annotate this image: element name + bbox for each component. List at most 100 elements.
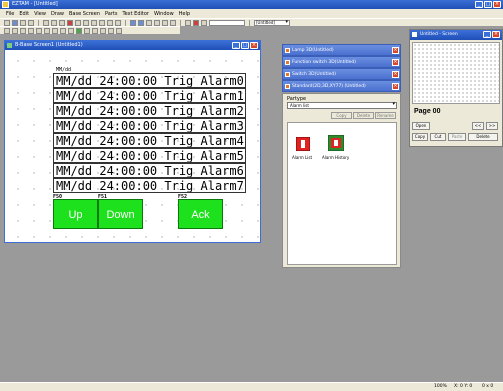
coords-status: X: 0 Y: 0 xyxy=(454,384,473,389)
select-tool-icon[interactable] xyxy=(4,27,10,34)
window-close-button[interactable]: × xyxy=(250,42,258,49)
panel-close-button[interactable]: × xyxy=(492,31,500,38)
menu-base-screen[interactable]: Base Screen xyxy=(69,11,100,17)
copy-icon[interactable] xyxy=(51,19,57,26)
paste-button[interactable]: Paste xyxy=(448,133,466,141)
polygon-tool-icon[interactable] xyxy=(60,27,66,34)
screen-list-title-bar[interactable]: Untitled - Screen _ × xyxy=(410,30,502,40)
menu-text-editor[interactable]: Text Editor xyxy=(122,11,149,17)
alarm-row[interactable]: MM/dd 24:00:00 Trig Alarm7 xyxy=(53,178,246,193)
snap-icon[interactable] xyxy=(170,19,176,26)
toolbar-divider xyxy=(180,19,181,26)
pipe-tool-icon[interactable] xyxy=(100,27,106,34)
color-tool-icon[interactable] xyxy=(116,27,122,34)
close-icon[interactable]: × xyxy=(392,47,399,54)
next-page-button[interactable]: >> xyxy=(486,122,498,130)
prev-page-button[interactable]: << xyxy=(472,122,484,130)
maximize-button[interactable]: □ xyxy=(484,1,492,8)
bring-front-icon[interactable] xyxy=(146,19,152,26)
menu-window[interactable]: Window xyxy=(154,11,174,17)
alarm-list-part[interactable] xyxy=(295,136,311,152)
parts-copy-button[interactable]: Copy xyxy=(331,112,352,119)
menu-view[interactable]: View xyxy=(34,11,46,17)
copy-button[interactable]: Copy xyxy=(412,133,428,141)
save-icon[interactable] xyxy=(20,19,26,26)
fill-tool-icon[interactable] xyxy=(68,27,74,34)
up-button[interactable]: Up xyxy=(53,199,98,229)
zoom-fit-icon[interactable] xyxy=(201,19,207,26)
align-left-icon[interactable] xyxy=(83,19,89,26)
app-title: EZTAM - [Untitled] xyxy=(12,1,58,7)
alarm-row[interactable]: MM/dd 24:00:00 Trig Alarm2 xyxy=(53,103,246,118)
grid-icon[interactable] xyxy=(162,19,168,26)
library-lamp-3d[interactable]: Lamp 3D(Untitled) × xyxy=(282,44,401,56)
alarm-history-part[interactable] xyxy=(327,134,345,152)
line-tool-icon[interactable] xyxy=(20,27,26,34)
minimize-button[interactable]: _ xyxy=(475,1,483,8)
delete-button[interactable]: Delete xyxy=(468,133,498,141)
menu-help[interactable]: Help xyxy=(179,11,190,17)
parts-list: Alarm List Alarm History xyxy=(287,122,397,265)
screen-canvas[interactable]: MM/dd MM/dd 24:00:00 Trig Alarm0 MM/dd 2… xyxy=(6,51,260,242)
library-standard[interactable]: Standard(2D,3D,XY77) (Untitled) × xyxy=(282,80,401,92)
zoom-out-icon[interactable] xyxy=(193,19,199,26)
circle-tool-icon[interactable] xyxy=(44,27,50,34)
align-center-icon[interactable] xyxy=(91,19,97,26)
cut-icon[interactable] xyxy=(43,19,49,26)
base-screen-title-bar[interactable]: B-Base Screen1 (Untitled1) _ □ × xyxy=(5,41,260,50)
image-tool-icon[interactable] xyxy=(76,27,82,34)
screen-select[interactable]: [Untitled] xyxy=(254,19,290,26)
send-back-icon[interactable] xyxy=(154,19,160,26)
table-tool-icon[interactable] xyxy=(108,27,114,34)
rectangle-tool-icon[interactable] xyxy=(36,27,42,34)
polyline-tool-icon[interactable] xyxy=(28,27,34,34)
paste-icon[interactable] xyxy=(59,19,65,26)
menu-draw[interactable]: Draw xyxy=(51,11,64,17)
close-icon[interactable]: × xyxy=(392,71,399,78)
group-icon[interactable] xyxy=(130,19,136,26)
alarm-row[interactable]: MM/dd 24:00:00 Trig Alarm6 xyxy=(53,163,246,178)
new-icon[interactable] xyxy=(4,19,10,26)
close-button[interactable]: × xyxy=(493,1,501,8)
alarm-list-icon xyxy=(295,136,311,152)
parts-rename-button[interactable]: Rename xyxy=(375,112,396,119)
menu-edit[interactable]: Edit xyxy=(19,11,29,17)
dot-tool-icon[interactable] xyxy=(84,27,90,34)
alarm-row[interactable]: MM/dd 24:00:00 Trig Alarm5 xyxy=(53,148,246,163)
zoom-in-icon[interactable] xyxy=(185,19,191,26)
scale-tool-icon[interactable] xyxy=(92,27,98,34)
alarm-row[interactable]: MM/dd 24:00:00 Trig Alarm0 xyxy=(53,73,246,88)
parts-delete-button[interactable]: Delete xyxy=(353,112,374,119)
cut-button[interactable]: Cut xyxy=(430,133,446,141)
menu-bar: File Edit View Draw Base Screen Parts Te… xyxy=(0,9,503,18)
align-right-icon[interactable] xyxy=(99,19,105,26)
library-function-switch-3d[interactable]: Function switch 3D(Untitled) × xyxy=(282,56,401,68)
panel-minimize-button[interactable]: _ xyxy=(483,31,491,38)
redo-icon[interactable] xyxy=(75,19,81,26)
arc-tool-icon[interactable] xyxy=(52,27,58,34)
alarm-row[interactable]: MM/dd 24:00:00 Trig Alarm3 xyxy=(53,118,246,133)
library-switch-3d[interactable]: Switch 3D(Untitled) × xyxy=(282,68,401,80)
alarm-row[interactable]: MM/dd 24:00:00 Trig Alarm4 xyxy=(53,133,246,148)
text-tool-icon[interactable] xyxy=(12,27,18,34)
window-minimize-button[interactable]: _ xyxy=(232,42,240,49)
parts-type-select[interactable]: Alarm list xyxy=(287,102,397,109)
undo-icon[interactable] xyxy=(67,19,73,26)
close-icon[interactable]: × xyxy=(392,59,399,66)
menu-file[interactable]: File xyxy=(6,11,14,17)
open-icon[interactable] xyxy=(12,19,18,26)
align-bottom-icon[interactable] xyxy=(115,19,121,26)
window-maximize-button[interactable]: □ xyxy=(241,42,249,49)
align-top-icon[interactable] xyxy=(107,19,113,26)
screen-grid[interactable] xyxy=(412,42,500,104)
down-button[interactable]: Down xyxy=(98,199,143,229)
close-icon[interactable]: × xyxy=(392,83,399,90)
ungroup-icon[interactable] xyxy=(138,19,144,26)
toolbar-divider xyxy=(38,19,39,26)
ack-button[interactable]: Ack xyxy=(178,199,223,229)
menu-parts[interactable]: Parts xyxy=(105,11,117,17)
open-button[interactable]: Open xyxy=(412,122,430,130)
alarm-row[interactable]: MM/dd 24:00:00 Trig Alarm1 xyxy=(53,88,246,103)
print-icon[interactable] xyxy=(28,19,34,26)
zoom-input[interactable] xyxy=(209,19,245,26)
